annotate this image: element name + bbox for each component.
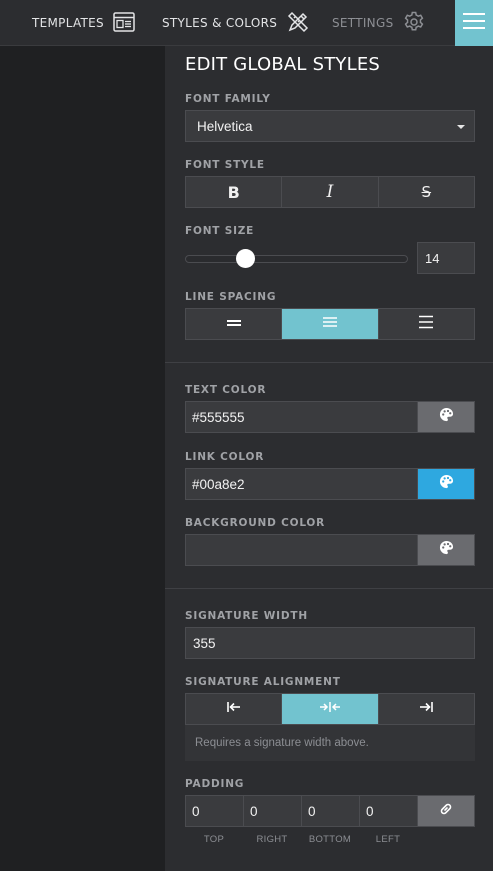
text-color-input[interactable]: #555555 [185,401,418,433]
font-size-label: FONT SIZE [185,225,255,237]
link-chain-icon [438,801,454,822]
line-spacing-tight-icon [226,315,241,333]
palette-icon [439,540,454,560]
font-family-select[interactable]: Helvetica [185,110,475,142]
padding-link-button[interactable] [417,795,475,827]
font-style-label: FONT STYLE [185,159,265,171]
nav-templates-label: TEMPLATES [32,16,104,30]
chevron-down-icon [457,125,465,129]
line-spacing-toggle-group [185,308,475,340]
signature-alignment-toggle-group [185,693,475,725]
padding-bottom-input[interactable]: 0 [301,795,359,827]
palette-icon [439,474,454,494]
padding-top-input[interactable]: 0 [185,795,243,827]
padding-right-caption: RIGHT [256,834,288,845]
padding-top-caption: TOP [203,834,225,845]
align-left-button[interactable] [186,694,283,724]
font-size-slider-thumb[interactable] [235,249,255,268]
panel-title: EDIT GLOBAL STYLES [185,54,381,75]
background-color-label: BACKGROUND COLOR [185,517,326,529]
nav-templates[interactable]: TEMPLATES [32,0,135,46]
padding-bottom-caption: BOTTOM [308,834,352,845]
padding-inputs: 0 0 0 0 [185,795,475,827]
text-color-label: TEXT COLOR [185,384,267,396]
global-styles-panel: EDIT GLOBAL STYLES FONT FAMILY Helvetica… [165,46,493,871]
nav-settings[interactable]: SETTINGS [332,0,426,46]
text-color-picker-button[interactable] [417,401,475,433]
hamburger-menu-icon [463,12,485,35]
line-spacing-loose-icon [419,315,434,334]
line-spacing-normal-icon [322,315,337,333]
link-color-label: LINK COLOR [185,451,265,463]
preview-area [0,46,165,871]
italic-button[interactable]: I [282,177,379,207]
link-color-input[interactable]: #00a8e2 [185,468,418,500]
nav-styles-colors[interactable]: STYLES & COLORS [162,0,310,46]
line-spacing-label: LINE SPACING [185,291,277,303]
line-spacing-normal-button[interactable] [282,309,379,339]
pencil-ruler-icon [286,10,310,37]
line-spacing-tight-button[interactable] [186,309,283,339]
padding-left-caption: LEFT [375,834,401,845]
padding-label: PADDING [185,778,245,790]
nav-settings-label: SETTINGS [332,16,394,30]
padding-left-input[interactable]: 0 [359,795,417,827]
background-color-picker-button[interactable] [417,534,475,566]
font-style-toggle-group: B I S [185,176,475,208]
align-left-icon [226,700,241,718]
section-divider [165,588,493,589]
align-center-button[interactable] [282,694,379,724]
font-size-slider[interactable] [185,255,408,263]
section-divider [165,362,493,363]
signature-alignment-hint: Requires a signature width above. [185,725,475,761]
background-color-input[interactable] [185,534,418,566]
link-color-picker-button[interactable] [417,468,475,500]
align-right-button[interactable] [379,694,474,724]
nav-styles-label: STYLES & COLORS [162,16,278,30]
line-spacing-loose-button[interactable] [379,309,474,339]
signature-width-input[interactable]: 355 [185,627,475,659]
font-family-value: Helvetica [197,118,253,134]
menu-button[interactable] [455,0,493,46]
align-right-icon [419,700,434,718]
signature-width-label: SIGNATURE WIDTH [185,610,308,622]
top-navigation-bar: TEMPLATES STYLES & COLORS SETTINGS [0,0,493,46]
font-family-label: FONT FAMILY [185,93,271,105]
gear-icon [402,10,426,37]
template-icon [113,11,135,35]
padding-right-input[interactable]: 0 [243,795,301,827]
strikethrough-button[interactable]: S [379,177,474,207]
bold-button[interactable]: B [186,177,283,207]
align-center-icon [319,700,341,718]
palette-icon [439,407,454,427]
signature-alignment-label: SIGNATURE ALIGNMENT [185,676,341,688]
font-size-input[interactable]: 14 [417,242,475,274]
